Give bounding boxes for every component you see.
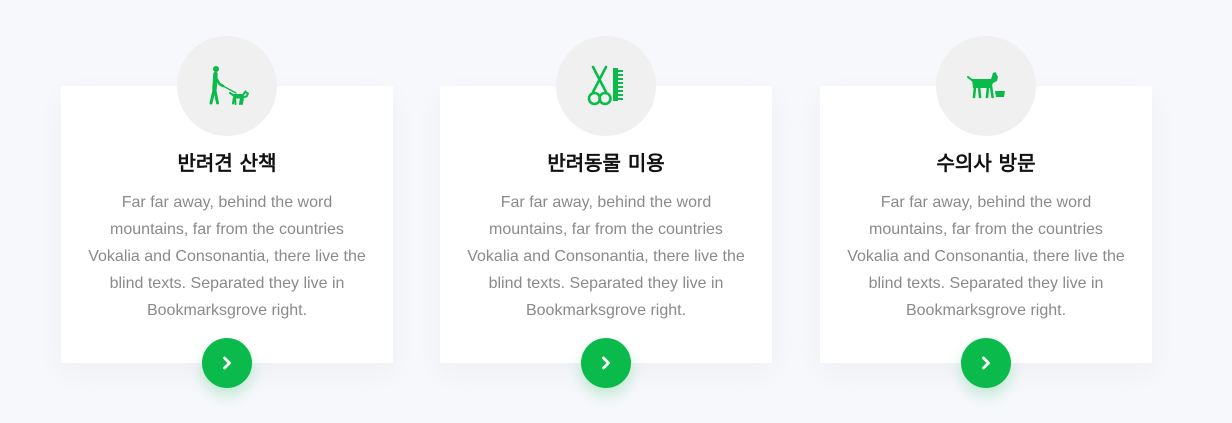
chevron-right-icon (982, 356, 990, 370)
service-icon-circle (177, 36, 277, 136)
dog-with-food-bowl-icon (967, 72, 1005, 99)
services-section: 반려견 산책 Far far away, behind the word mou… (0, 0, 1232, 423)
dog-walking-icon (209, 66, 249, 105)
service-icon-circle (556, 36, 656, 136)
grooming-scissors-comb-icon (587, 65, 623, 106)
service-more-button[interactable] (581, 338, 631, 388)
service-description: Far far away, behind the word mountains,… (88, 194, 366, 319)
service-card-grooming: 반려동물 미용 Far far away, behind the word mo… (440, 36, 772, 388)
service-card-vet-visit: 수의사 방문 Far far away, behind the word mou… (820, 36, 1152, 388)
service-icon-circle (936, 36, 1036, 136)
service-card-dog-walking: 반려견 산책 Far far away, behind the word mou… (61, 36, 393, 388)
service-title: 반려견 산책 (177, 151, 277, 175)
service-title: 반려동물 미용 (547, 151, 665, 175)
service-description: Far far away, behind the word mountains,… (467, 194, 745, 319)
service-more-button[interactable] (961, 338, 1011, 388)
service-description: Far far away, behind the word mountains,… (847, 194, 1125, 319)
chevron-right-icon (602, 356, 610, 370)
service-more-button[interactable] (202, 338, 252, 388)
service-title: 수의사 방문 (936, 151, 1036, 175)
chevron-right-icon (223, 356, 231, 370)
